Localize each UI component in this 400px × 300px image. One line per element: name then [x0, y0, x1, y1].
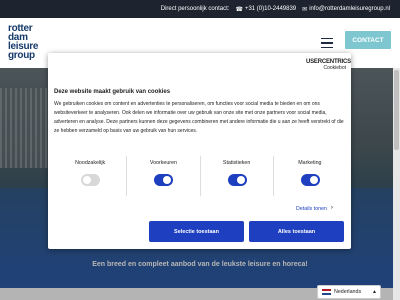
- language-selector[interactable]: Nederlands ▲: [317, 285, 381, 299]
- top-contact-bar: Direct persoonlijk contact: ☎ +31 (0)10-…: [0, 0, 400, 18]
- email-link[interactable]: ✉ info@rotterdamleisuregroup.nl: [302, 6, 390, 13]
- language-label: Nederlands: [334, 289, 362, 295]
- consent-toggles: Noodzakelijk Voorkeuren Statistieken Mar…: [54, 156, 346, 196]
- email-text: info@rotterdamleisuregroup.nl: [309, 6, 390, 12]
- toggle-preferences: Voorkeuren: [127, 156, 201, 196]
- toggle-statistics: Statistieken: [201, 156, 274, 196]
- phone-text: +31 (0)10-2449839: [244, 6, 297, 12]
- menu-icon[interactable]: [321, 38, 333, 48]
- toggle-label: Noodzakelijk: [75, 160, 106, 166]
- usercentrics-logo: USERCENTRICS Cookiebot: [306, 59, 351, 71]
- consent-title: Deze website maakt gebruik van cookies: [54, 89, 171, 95]
- details-label: Details tonen: [296, 206, 327, 212]
- chevron-up-icon: ▲: [372, 289, 377, 295]
- phone-icon: ☎: [235, 6, 243, 13]
- details-link[interactable]: Details tonen ›: [296, 205, 333, 212]
- allow-all-button[interactable]: Alles toestaan: [249, 221, 344, 242]
- contact-label: Direct persoonlijk contact:: [160, 6, 230, 12]
- dutch-flag-icon: [322, 289, 331, 295]
- cookie-consent-dialog: USERCENTRICS Cookiebot Deze website maak…: [48, 53, 351, 249]
- chevron-right-icon: ›: [330, 205, 333, 211]
- toggle-label: Voorkeuren: [149, 160, 177, 166]
- preferences-switch[interactable]: [154, 174, 174, 186]
- contact-button[interactable]: CONTACT: [345, 31, 391, 49]
- consent-body: We gebruiken cookies om content en adver…: [54, 101, 344, 134]
- brand-sub: Cookiebot: [323, 65, 346, 71]
- toggle-marketing: Marketing: [274, 156, 346, 196]
- scrollbar-thumb[interactable]: [394, 70, 399, 150]
- statistics-switch[interactable]: [227, 174, 247, 186]
- mail-icon: ✉: [302, 6, 308, 13]
- page-scrollbar[interactable]: [393, 68, 400, 300]
- marketing-switch[interactable]: [300, 174, 320, 186]
- toggle-label: Statistieken: [222, 160, 251, 166]
- allow-selection-button[interactable]: Selectie toestaan: [149, 221, 244, 242]
- toggle-necessary: Noodzakelijk: [54, 156, 128, 196]
- toggle-label: Marketing: [298, 160, 322, 166]
- phone-link[interactable]: ☎ +31 (0)10-2449839: [235, 6, 296, 13]
- necessary-switch: [81, 174, 101, 186]
